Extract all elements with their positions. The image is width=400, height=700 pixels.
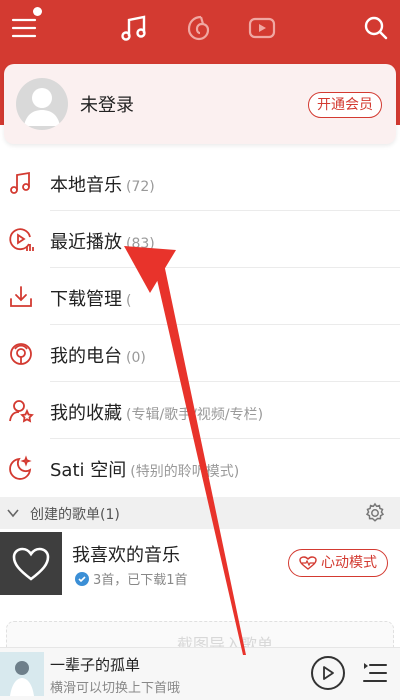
play-button[interactable] [311, 656, 345, 690]
playlist-item-liked[interactable]: 我喜欢的音乐 3首，已下载1首 心动模式 [0, 529, 400, 599]
profile-card[interactable]: 未登录 开通会员 [4, 64, 396, 144]
download-icon [8, 284, 34, 310]
menu-count: (专辑/歌手/视频/专栏) [126, 407, 264, 423]
song-cover[interactable] [0, 652, 44, 696]
notification-dot [33, 7, 42, 16]
verified-check-icon [75, 571, 89, 586]
menu-item-sati-space[interactable]: Sati 空间 (特别的聆听模式) [0, 439, 400, 496]
search-icon[interactable] [358, 10, 394, 46]
radio-icon[interactable] [181, 10, 217, 46]
menu-item-my-radio[interactable]: 我的电台 (0) [0, 325, 400, 382]
menu-count: (特别的聆听模式) [130, 464, 240, 480]
song-title: 一辈子的孤单 [50, 656, 141, 674]
play-icon [323, 666, 334, 680]
radio-station-icon [8, 341, 34, 367]
recent-play-icon [8, 227, 34, 253]
menu-label: Sati 空间 [50, 460, 127, 481]
heartbeat-icon [299, 556, 317, 570]
player-hint: 横滑可以切换上下首哦 [50, 681, 181, 696]
menu-label: 最近播放 [50, 232, 122, 253]
section-title: 创建的歌单(1) [30, 507, 120, 523]
playlist-subtitle-row: 3首，已下载1首 [75, 569, 188, 588]
menu-label: 我的收藏 [50, 403, 122, 424]
heart-mode-label: 心动模式 [321, 555, 377, 571]
menu-label: 我的电台 [50, 346, 122, 367]
vip-button[interactable]: 开通会员 [308, 92, 382, 118]
login-status[interactable]: 未登录 [80, 91, 134, 117]
menu-item-my-collection[interactable]: 我的收藏 (专辑/歌手/视频/专栏) [0, 382, 400, 439]
created-playlists-header[interactable]: 创建的歌单(1) [0, 497, 400, 529]
menu-count: (0) [126, 350, 146, 366]
playlist-title: 我喜欢的音乐 [72, 545, 180, 566]
playlist-cover[interactable] [0, 532, 62, 595]
avatar[interactable] [16, 78, 68, 130]
sati-moon-icon [8, 455, 34, 481]
collection-icon [8, 398, 34, 424]
heart-icon [12, 547, 50, 581]
gear-icon[interactable] [364, 502, 386, 528]
music-note-icon[interactable] [116, 10, 152, 46]
menu-item-local-music[interactable]: 本地音乐 (72) [0, 154, 400, 211]
menu-item-downloads[interactable]: 下载管理( [0, 268, 400, 325]
menu-label: 本地音乐 [50, 175, 122, 196]
menu-count: (72) [126, 179, 155, 195]
playlist-subtitle: 3首，已下载1首 [93, 573, 188, 588]
menu-count: (83) [126, 236, 155, 252]
heart-mode-button[interactable]: 心动模式 [288, 549, 388, 577]
menu-count: ( [126, 293, 132, 309]
playlist-queue-icon[interactable] [362, 661, 388, 689]
menu-item-recent-play[interactable]: 最近播放 (83) [0, 211, 400, 268]
music-note-icon [8, 170, 34, 196]
chevron-down-icon[interactable] [6, 505, 20, 524]
mini-player[interactable]: 一辈子的孤单 横滑可以切换上下首哦 [0, 647, 400, 700]
video-play-icon[interactable] [244, 10, 280, 46]
menu-list: 本地音乐 (72) 最近播放 (83) 下载管理( 我的电台 (0) 我的收藏 (专辑/… [0, 154, 400, 496]
menu-label: 下载管理 [50, 289, 122, 310]
